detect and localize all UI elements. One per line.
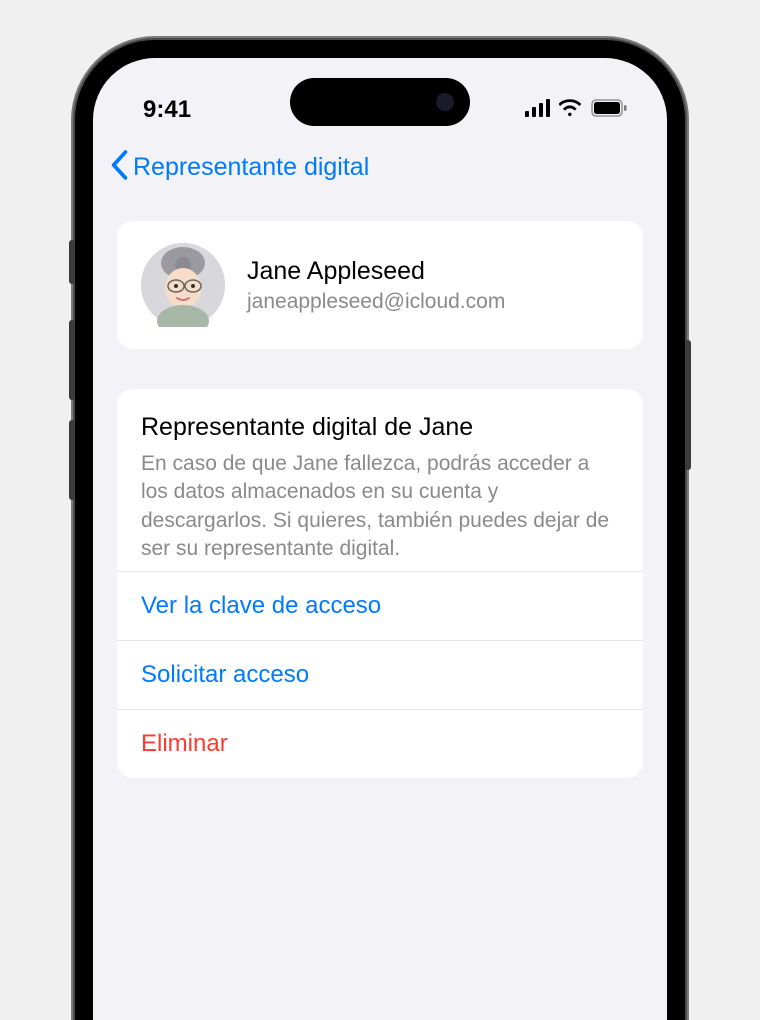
nav-bar[interactable]: Representante digital [93,134,667,205]
cellular-icon [525,96,551,124]
battery-icon [591,96,627,124]
section-description: En caso de que Jane fallezca, podrás acc… [141,450,619,563]
status-time: 9:41 [143,96,191,124]
contact-email: janeappleseed@icloud.com [247,290,505,314]
section-title: Representante digital de Jane [141,413,619,442]
nav-back-label[interactable]: Representante digital [133,153,369,182]
dynamic-island [290,78,470,126]
content-area: Jane Appleseed janeappleseed@icloud.com … [93,205,667,834]
power-button [685,340,691,470]
side-button [69,240,75,284]
contact-row[interactable]: Jane Appleseed janeappleseed@icloud.com [117,221,643,349]
contact-info: Jane Appleseed janeappleseed@icloud.com [247,257,505,314]
section-header: Representante digital de Jane En caso de… [117,389,643,571]
iphone-frame: 9:41 Representante digital [75,40,685,1020]
actions-card: Representante digital de Jane En caso de… [117,389,643,778]
volume-up-button [69,320,75,400]
contact-card: Jane Appleseed janeappleseed@icloud.com [117,221,643,349]
contact-name: Jane Appleseed [247,257,505,286]
chevron-left-icon[interactable] [109,150,129,185]
volume-down-button [69,420,75,500]
view-access-key-button[interactable]: Ver la clave de acceso [117,571,643,640]
request-access-button[interactable]: Solicitar acceso [117,640,643,709]
remove-button[interactable]: Eliminar [117,709,643,778]
status-indicators [525,96,627,124]
wifi-icon [559,96,583,124]
avatar [141,243,225,327]
screen: 9:41 Representante digital [93,58,667,1020]
